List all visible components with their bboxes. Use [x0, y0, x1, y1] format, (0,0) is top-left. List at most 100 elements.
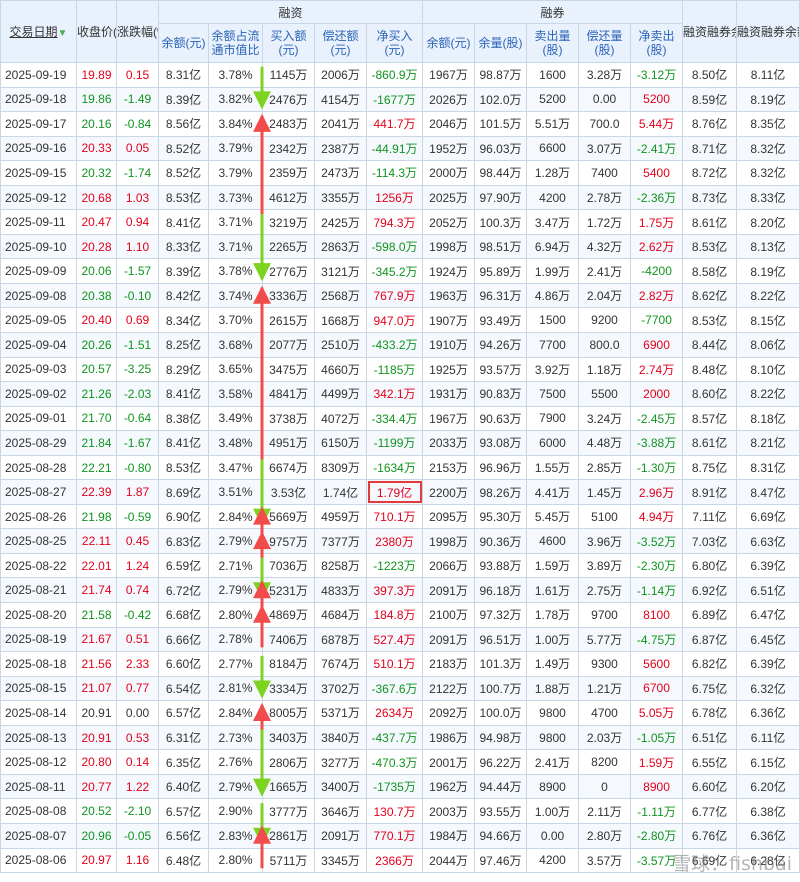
table-row[interactable]: 2025-09-11 20.47 0.94 8.41亿 3.71% 3219万 2425万 7… — [0, 209, 800, 235]
cell-col-0: 2025-09-15 — [0, 160, 77, 186]
table-row[interactable]: 2025-08-25 22.11 0.45 6.83亿 2.79% 9757万 7377万 2… — [0, 528, 800, 554]
cell-col-5: 2776万 — [262, 258, 315, 284]
table-row[interactable]: 2025-08-21 21.74 0.74 6.72亿 2.79% 5231万 4833万 3… — [0, 577, 800, 604]
table-row[interactable]: 2025-09-03 20.57 -3.25 8.29亿 3.65% 3475万 4660万… — [0, 356, 800, 383]
cell-col-6: 3277万 — [314, 749, 367, 775]
cell-col-11: 3.89万 — [578, 552, 632, 579]
table-row[interactable]: 2025-09-19 19.89 0.15 8.31亿 3.78% 1145万 2006万 -… — [0, 62, 800, 88]
cell-col-12: 4.94万 — [630, 503, 684, 530]
table-row[interactable]: 2025-08-18 21.56 2.33 6.60亿 2.77% 8184万 7674万 5… — [0, 651, 800, 677]
cell-col-8: 1952万 — [422, 135, 476, 162]
table-row[interactable]: 2025-09-10 20.28 1.10 8.33亿 3.71% 2265万 2863万 -… — [0, 233, 800, 260]
header-rz-buy[interactable]: 买入额(元) — [262, 23, 315, 63]
table-row[interactable]: 2025-09-04 20.26 -1.51 8.25亿 3.68% 2077万 2510万… — [0, 332, 800, 358]
cell-col-2: 1.87 — [116, 479, 159, 505]
table-row[interactable]: 2025-08-12 20.80 0.14 6.35亿 2.76% 2806万 3277万 -… — [0, 749, 800, 775]
table-row[interactable]: 2025-08-20 21.58 -0.42 6.68亿 2.80% 4869万 4684万… — [0, 602, 800, 628]
header-close[interactable]: 收盘价(元) — [76, 0, 117, 63]
cell-col-7: -1223万 — [365, 552, 424, 579]
header-total-balance[interactable]: 融资融券余额(元) — [682, 0, 738, 63]
header-rq-repay[interactable]: 偿还量(股) — [578, 23, 632, 63]
cell-col-1: 21.67 — [76, 626, 117, 653]
table-row[interactable]: 2025-09-16 20.33 0.05 8.52亿 3.79% 2342万 2387万 -… — [0, 135, 800, 162]
table-row[interactable]: 2025-08-08 20.52 -2.10 6.57亿 2.90% 3777万 3646万… — [0, 798, 800, 824]
cell-col-3: 8.31亿 — [158, 62, 209, 88]
table-row[interactable]: 2025-08-11 20.77 1.22 6.40亿 2.79% 1665万 3400万 -… — [0, 773, 800, 800]
cell-col-14: 6.36亿 — [736, 822, 800, 849]
cell-col-11: 1.72万 — [578, 209, 632, 235]
cell-col-14: 6.47亿 — [736, 602, 800, 628]
cell-col-3: 6.56亿 — [158, 822, 209, 849]
header-rq-net[interactable]: 净卖出(股) — [630, 23, 684, 63]
table-row[interactable]: 2025-09-08 20.38 -0.10 8.42亿 3.74% 3336万 2568万… — [0, 282, 800, 309]
cell-col-5: 4951万 — [262, 430, 315, 456]
table-row[interactable]: 2025-09-17 20.16 -0.84 8.56亿 3.84% 2483万 2041万… — [0, 111, 800, 137]
table-row[interactable]: 2025-08-27 22.39 1.87 8.69亿 3.51% 3.53亿 1.74亿 1… — [0, 479, 800, 505]
cell-col-12: 5200 — [630, 86, 684, 113]
table-row[interactable]: 2025-08-26 21.98 -0.59 6.90亿 2.84% 5669万 4959万… — [0, 503, 800, 530]
table-row[interactable]: 2025-08-14 20.91 0.00 6.57亿 2.84% 8005万 5371万 2… — [0, 700, 800, 726]
table-row[interactable]: 2025-08-29 21.84 -1.67 8.41亿 3.48% 4951万 6150万… — [0, 430, 800, 456]
table-row[interactable]: 2025-09-01 21.70 -0.64 8.38亿 3.49% 3738万 4072万… — [0, 405, 800, 432]
cell-col-2: -1.67 — [116, 430, 159, 456]
table-row[interactable]: 2025-08-06 20.97 1.16 6.48亿 2.80% 5711万 3345万 2… — [0, 847, 800, 874]
cell-col-1: 20.06 — [76, 258, 117, 284]
cell-col-2: 0.51 — [116, 626, 159, 653]
cell-col-7: 947.0万 — [365, 307, 424, 334]
cell-col-2: -0.05 — [116, 822, 159, 849]
header-rz-balance[interactable]: 余额(元) — [158, 23, 209, 63]
header-rq-volume[interactable]: 余量(股) — [474, 23, 528, 63]
margin-trading-table: 交易日期▼ 收盘价(元) 涨跌幅(%) 融资 融券 融资融券余额(元) 融资融券… — [0, 0, 800, 874]
cell-col-8: 2095万 — [422, 503, 476, 530]
table-row[interactable]: 2025-09-12 20.68 1.03 8.53亿 3.73% 4612万 3355万 1… — [0, 184, 800, 211]
cell-col-13: 8.91亿 — [682, 479, 738, 505]
table-row[interactable]: 2025-09-18 19.86 -1.49 8.39亿 3.82% 2476万 4154万… — [0, 86, 800, 113]
table-row[interactable]: 2025-08-28 22.21 -0.80 8.53亿 3.47% 6674万 8309万… — [0, 454, 800, 481]
cell-col-11: 3.07万 — [578, 135, 632, 162]
table-row[interactable]: 2025-09-05 20.40 0.69 8.34亿 3.70% 2615万 1668万 9… — [0, 307, 800, 334]
cell-col-9: 97.90万 — [474, 184, 528, 211]
cell-col-8: 1907万 — [422, 307, 476, 334]
cell-col-5: 3738万 — [262, 405, 315, 432]
cell-col-4: 3.79% — [208, 135, 263, 162]
header-change[interactable]: 涨跌幅(%) — [116, 0, 159, 63]
cell-col-8: 1910万 — [422, 332, 476, 358]
cell-col-1: 20.38 — [76, 282, 117, 309]
header-date[interactable]: 交易日期▼ — [0, 0, 77, 63]
cell-col-0: 2025-08-22 — [0, 552, 77, 579]
cell-col-0: 2025-09-12 — [0, 184, 77, 211]
cell-col-6: 6150万 — [314, 430, 367, 456]
cell-col-10: 5.45万 — [526, 503, 580, 530]
cell-col-11: 9300 — [578, 651, 632, 677]
table-row[interactable]: 2025-08-22 22.01 1.24 6.59亿 2.71% 7036万 8258万 -… — [0, 552, 800, 579]
cell-col-9: 93.88万 — [474, 552, 528, 579]
table-row[interactable]: 2025-08-13 20.91 0.53 6.31亿 2.73% 3403万 3840万 -… — [0, 724, 800, 751]
header-rq-balance[interactable]: 余额(元) — [422, 23, 476, 63]
cell-col-13: 6.78亿 — [682, 700, 738, 726]
cell-col-12: -3.88万 — [630, 430, 684, 456]
cell-col-9: 100.7万 — [474, 675, 528, 702]
cell-col-6: 1668万 — [314, 307, 367, 334]
table-row[interactable]: 2025-08-15 21.07 0.77 6.54亿 2.81% 3334万 3702万 -… — [0, 675, 800, 702]
cell-col-7: 397.3万 — [365, 577, 424, 604]
cell-col-7: 767.9万 — [365, 282, 424, 309]
cell-col-8: 2092万 — [422, 700, 476, 726]
table-row[interactable]: 2025-09-09 20.06 -1.57 8.39亿 3.78% 2776万 3121万… — [0, 258, 800, 284]
table-row[interactable]: 2025-09-15 20.32 -1.74 8.52亿 3.79% 2359万 2473万… — [0, 160, 800, 186]
table-row[interactable]: 2025-09-02 21.26 -2.03 8.41亿 3.58% 4841万 4499万… — [0, 381, 800, 407]
table-row[interactable]: 2025-08-19 21.67 0.51 6.66亿 2.78% 7406万 6878万 5… — [0, 626, 800, 653]
cell-col-3: 6.54亿 — [158, 675, 209, 702]
cell-col-0: 2025-09-04 — [0, 332, 77, 358]
header-diff-balance[interactable]: 融资融券余额差值(元) — [736, 0, 800, 63]
cell-col-4: 3.78% — [208, 62, 263, 88]
sort-down-icon[interactable]: ▼ — [58, 28, 68, 39]
cell-col-10: 4.41万 — [526, 479, 580, 505]
cell-col-13: 8.53亿 — [682, 233, 738, 260]
cell-col-5: 2077万 — [262, 332, 315, 358]
header-rq-sell[interactable]: 卖出量(股) — [526, 23, 580, 63]
header-rz-net[interactable]: 净买入(元) — [365, 23, 424, 63]
header-rz-ratio[interactable]: 余额占流通市值比 — [208, 23, 263, 63]
table-row[interactable]: 2025-08-07 20.96 -0.05 6.56亿 2.83% 2861万 2091万… — [0, 822, 800, 849]
cell-col-7: 510.1万 — [365, 651, 424, 677]
header-rz-repay[interactable]: 偿还额(元) — [314, 23, 367, 63]
